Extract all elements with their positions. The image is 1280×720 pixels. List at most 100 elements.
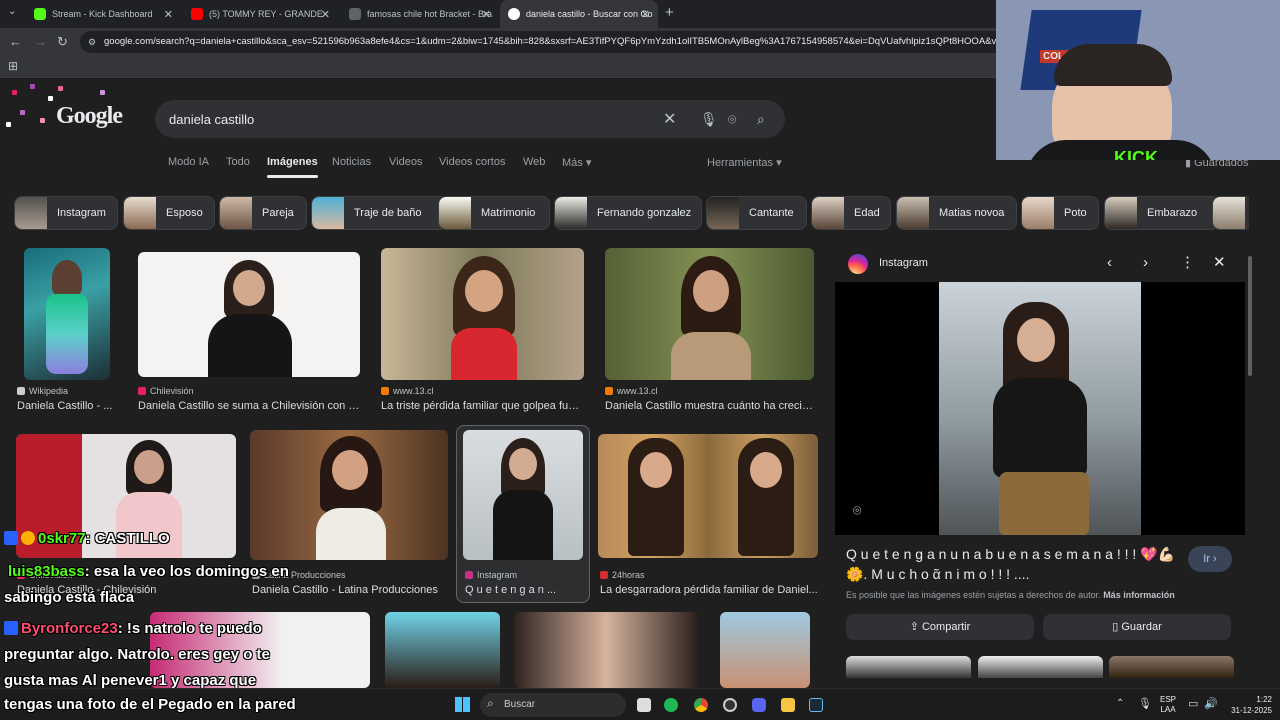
result-caption[interactable]: Wikipedia Daniela Castillo - ...	[17, 386, 127, 412]
microphone-icon[interactable]: 🎙	[700, 111, 718, 128]
tab-videos[interactable]: Videos	[389, 156, 422, 168]
reload-icon[interactable]: ↻	[57, 34, 68, 50]
chrome-icon[interactable]	[694, 698, 708, 712]
result-caption[interactable]: www.13.cl Daniela Castillo muestra cuánt…	[605, 386, 814, 412]
chip-fernando-gonzalez[interactable]: Fernando gonzalez	[554, 196, 702, 230]
site-info-icon[interactable]: ⚙	[88, 31, 96, 53]
close-icon[interactable]: ✕	[164, 8, 173, 21]
next-icon[interactable]: ›	[1143, 254, 1148, 271]
mic-icon[interactable]: 🎙	[1138, 697, 1152, 710]
result-title: Q u e t e n g a n ...	[465, 584, 557, 596]
result-image[interactable]	[598, 434, 818, 558]
panel-caption[interactable]: Q u e t e n g a n u n a b u e n a s e m …	[846, 544, 1176, 584]
related-image[interactable]	[846, 656, 971, 678]
volume-icon[interactable]: 🔊	[1204, 697, 1218, 710]
tab-todo[interactable]: Todo	[226, 156, 250, 168]
new-tab-button[interactable]: +	[665, 4, 674, 21]
copyright-note: Es posible que las imágenes estén sujeta…	[846, 590, 1175, 600]
search-input[interactable]: daniela castillo	[169, 112, 254, 127]
obs-icon[interactable]	[723, 698, 737, 712]
chip-pareja[interactable]: Pareja	[219, 196, 307, 230]
share-button[interactable]: ⇪ Compartir	[846, 614, 1034, 640]
result-image[interactable]	[385, 612, 500, 688]
related-image[interactable]	[978, 656, 1103, 678]
google-icon	[508, 8, 520, 20]
result-image[interactable]	[605, 248, 814, 380]
more-info-link[interactable]: Más información	[1103, 590, 1175, 600]
lens-icon[interactable]: ⌾	[853, 502, 861, 519]
chip-matrimonio[interactable]: Matrimonio	[438, 196, 550, 230]
chip-esposo[interactable]: Esposo	[123, 196, 215, 230]
taskbar-search[interactable]: ⌕ Buscar	[480, 693, 626, 717]
chip-instagram[interactable]: Instagram	[14, 196, 118, 230]
badge-icon	[4, 531, 18, 545]
tab-bracket[interactable]: famosas chile hot Bracket - Bra ✕	[341, 0, 499, 28]
tray-chevron-icon[interactable]: ⌃	[1116, 698, 1124, 709]
tab-title: daniela castillo - Buscar con Go	[526, 9, 653, 19]
tab-google[interactable]: daniela castillo - Buscar con Go ✕	[500, 0, 658, 28]
chat-text: : !s natrolo te puedo	[117, 620, 262, 637]
language-indicator[interactable]: ESP LAA	[1160, 695, 1176, 715]
windows-start-icon[interactable]	[455, 697, 470, 712]
result-image[interactable]	[463, 430, 583, 560]
steam-icon[interactable]	[809, 698, 823, 712]
tab-mas[interactable]: Más ▾	[562, 156, 591, 169]
result-image[interactable]	[250, 430, 448, 560]
result-image[interactable]	[381, 248, 584, 380]
result-image[interactable]	[138, 252, 360, 377]
save-button[interactable]: ▯ Guardar	[1043, 614, 1231, 640]
panel-source[interactable]: Instagram	[879, 257, 928, 269]
chip-traje-de-bano[interactable]: Traje de baño	[311, 196, 447, 230]
clear-icon[interactable]: ✕	[663, 109, 676, 129]
close-icon[interactable]: ✕	[641, 8, 650, 21]
result-caption[interactable]: Instagram Q u e t e n g a n ...	[465, 570, 585, 596]
prev-icon[interactable]: ‹	[1107, 254, 1112, 271]
forward-icon[interactable]: →	[34, 34, 47, 49]
close-icon[interactable]: ✕	[321, 8, 330, 21]
go-button[interactable]: Ir ›	[1188, 546, 1232, 572]
search-box[interactable]: daniela castillo ✕ 🎙 ⌾ ⌕	[155, 100, 785, 138]
tab-search-icon[interactable]: ⌄	[8, 6, 16, 17]
result-caption[interactable]: www.13.cl La triste pérdida familiar que…	[381, 386, 584, 412]
close-panel-icon[interactable]: ✕	[1213, 253, 1226, 271]
tab-modo-ia[interactable]: Modo IA	[168, 156, 209, 168]
chat-text: : esa la veo los domingos en	[84, 563, 289, 580]
close-icon[interactable]: ✕	[482, 8, 491, 21]
chip-embarazo[interactable]: Embarazo	[1104, 196, 1219, 230]
result-caption[interactable]: 24horas La desgarradora pérdida familiar…	[600, 570, 818, 596]
chip-matias-novoa[interactable]: Matias novoa	[896, 196, 1017, 230]
more-options-icon[interactable]: ⋮	[1180, 253, 1195, 271]
result-image[interactable]	[514, 612, 698, 688]
network-icon[interactable]: ▭	[1188, 697, 1198, 710]
tab-web[interactable]: Web	[523, 156, 545, 168]
task-view-icon[interactable]	[637, 698, 651, 712]
discord-icon[interactable]	[752, 698, 766, 712]
result-title: Daniela Castillo se suma a Chilevisión c…	[138, 400, 360, 412]
lens-icon[interactable]: ⌾	[728, 111, 736, 128]
chip-poto[interactable]: Poto	[1021, 196, 1099, 230]
tab-imagenes[interactable]: Imágenes	[267, 156, 318, 178]
result-caption[interactable]: Chilevisión Daniela Castillo se suma a C…	[138, 386, 360, 412]
panel-scrollbar[interactable]	[1247, 256, 1253, 676]
chip-edad[interactable]: Edad	[811, 196, 891, 230]
related-image[interactable]	[1109, 656, 1234, 678]
chip-cantante[interactable]: Cantante	[706, 196, 807, 230]
tab-videos-cortos[interactable]: Videos cortos	[439, 156, 505, 168]
chip-more[interactable]	[1212, 196, 1249, 230]
apps-icon[interactable]: ⊞	[8, 59, 18, 73]
back-icon[interactable]: ←	[9, 34, 22, 49]
preview-image[interactable]	[939, 282, 1141, 535]
result-image[interactable]	[24, 248, 110, 380]
search-icon: ⌕	[487, 696, 494, 710]
spotify-icon[interactable]	[664, 698, 678, 712]
google-logo[interactable]: Google	[56, 103, 123, 130]
tab-kick[interactable]: Stream - Kick Dashboard ✕	[26, 0, 181, 28]
tab-noticias[interactable]: Noticias	[332, 156, 371, 168]
tab-youtube[interactable]: (5) TOMMY REY - GRANDE ✕	[183, 0, 338, 28]
clock[interactable]: 1:22 31-12-2025	[1222, 694, 1272, 716]
tools-button[interactable]: Herramientas ▾	[707, 156, 782, 169]
result-image[interactable]	[720, 612, 810, 688]
image-preview-panel: Instagram ‹ › ⋮ ✕ ⌾ Q u e t e n g a n u …	[830, 248, 1255, 678]
folder-icon[interactable]	[781, 698, 795, 712]
search-icon[interactable]: ⌕	[757, 111, 765, 128]
